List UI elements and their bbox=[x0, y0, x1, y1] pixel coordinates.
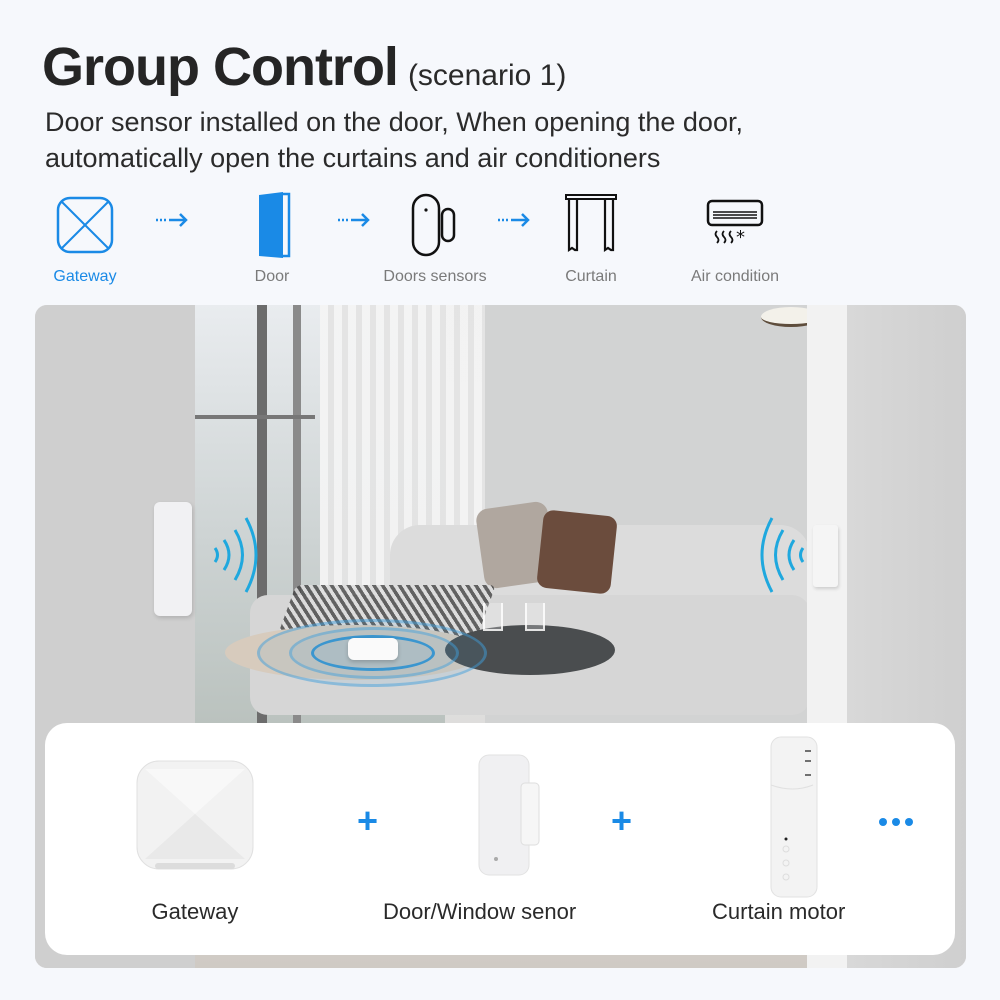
svg-text:*: * bbox=[736, 227, 745, 248]
door-sensor-icon bbox=[377, 190, 493, 260]
flow-label: Door bbox=[254, 268, 290, 285]
gateway-icon bbox=[50, 190, 120, 260]
flow-item-door-sensor: Doors sensors bbox=[377, 190, 493, 286]
balcony-rail bbox=[195, 415, 315, 419]
dot bbox=[892, 818, 900, 826]
dotted-arrow-right-icon bbox=[156, 213, 188, 227]
product-name: Door/Window senor bbox=[383, 899, 577, 924]
signal-waves-icon bbox=[760, 517, 805, 593]
description-line-1: Door sensor installed on the door, When … bbox=[45, 107, 743, 137]
flow-label: Gateway bbox=[53, 268, 117, 285]
flow-label: Air condition bbox=[690, 268, 780, 285]
door-sensor-right bbox=[813, 525, 838, 587]
dotted-arrow-right-icon bbox=[498, 213, 530, 227]
description-line-2: automatically open the curtains and air … bbox=[45, 143, 661, 173]
plus-icon: + bbox=[357, 800, 379, 841]
scenario-flow: Gateway Door Doors sensors Curtain * Air… bbox=[0, 190, 1000, 300]
dotted-arrow-right-icon bbox=[338, 213, 370, 227]
curtain-motor-device bbox=[770, 736, 818, 898]
door-sensor-left bbox=[154, 502, 192, 616]
flow-label: Doors sensors bbox=[383, 268, 487, 285]
page-title: Group Control bbox=[42, 37, 399, 97]
air-conditioner-icon: * bbox=[683, 190, 787, 260]
dot bbox=[905, 818, 913, 826]
gateway-device bbox=[136, 760, 254, 870]
page-subtitle: (scenario 1) bbox=[407, 59, 567, 92]
signal-waves-icon bbox=[213, 517, 258, 593]
glass bbox=[525, 603, 545, 631]
product-name: Curtain motor bbox=[712, 899, 846, 924]
products-card: Gateway + Door/Window senor + Curtain mo… bbox=[45, 723, 955, 955]
product-name: Gateway bbox=[151, 899, 239, 924]
flow-item-door: Door bbox=[237, 190, 307, 286]
more-dots-icon[interactable] bbox=[879, 818, 913, 826]
plus-icon: + bbox=[611, 800, 633, 841]
flow-item-air-condition: * Air condition bbox=[683, 190, 787, 286]
flow-label: Curtain bbox=[565, 268, 617, 285]
title-row: Group Control (scenario 1) bbox=[42, 36, 566, 98]
glass bbox=[483, 603, 503, 631]
door-window-sensor-device bbox=[478, 754, 540, 876]
gateway-hub bbox=[348, 638, 398, 660]
flow-item-gateway: Gateway bbox=[50, 190, 120, 286]
flow-item-curtain: Curtain bbox=[556, 190, 626, 286]
dot bbox=[879, 818, 887, 826]
curtain-icon bbox=[556, 190, 626, 260]
description: Door sensor installed on the door, When … bbox=[45, 104, 743, 176]
pillow bbox=[536, 509, 618, 595]
door-icon bbox=[237, 190, 307, 260]
